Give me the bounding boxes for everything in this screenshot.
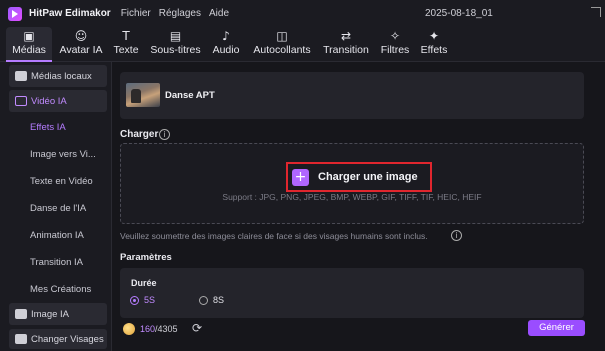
sidebar-item-ai-effects[interactable]: Effets IA [9,116,107,138]
sidebar-item-label: Transition IA [30,256,83,268]
tab-text[interactable]: T Texte [111,27,141,62]
info-icon[interactable]: i [159,129,170,140]
avatar-icon: ☺ [74,29,88,43]
sidebar: Médias locaux Vidéo IA Effets IA Image v… [0,62,112,351]
sticker-icon: ◫ [276,29,288,43]
refresh-icon[interactable]: ⟳ [192,321,202,335]
upload-image-button[interactable]: + Charger une image [290,165,428,189]
app-logo-icon [8,6,22,21]
sidebar-item-face-swap[interactable]: Changer Visages [9,329,107,349]
parameters-label: Paramètres [120,252,172,263]
app-name: HitPaw Edimakor [29,8,111,19]
tab-subtitles-label: Sous-titres [150,44,201,56]
duration-label: Durée [131,278,157,288]
music-note-icon: ♪ [222,29,230,43]
tab-audio-label: Audio [212,44,240,56]
upload-image-label: Charger une image [318,171,418,183]
duration-option-label: 8S [213,295,225,305]
sidebar-item-label: Effets IA [30,121,66,133]
tab-transition-label: Transition [323,44,369,56]
main-toolbar: ▣ Médias ☺ Avatar IA T Texte ▤ Sous-titr… [0,27,605,62]
face-notice-text: Veuillez soumettre des images claires de… [120,231,428,241]
tab-stickers-label: Autocollants [253,44,311,56]
menu-settings[interactable]: Réglages [159,8,201,19]
duration-option-8s[interactable]: 8S [199,295,224,305]
tab-transition[interactable]: ⇄ Transition [321,27,371,62]
sidebar-item-ai-animation[interactable]: Animation IA [9,224,107,246]
tab-media[interactable]: ▣ Médias [6,27,52,62]
tab-media-label: Médias [12,44,46,56]
tab-effects-label: Effets [420,44,448,56]
tab-subtitles[interactable]: ▤ Sous-titres [149,27,202,62]
menu-help[interactable]: Aide [209,8,229,19]
sidebar-item-label: Animation IA [30,229,84,241]
generate-button[interactable]: Générer [528,320,585,336]
sidebar-item-ai-image[interactable]: Image IA [9,303,107,325]
face-swap-icon [15,334,27,344]
tab-filters-label: Filtres [380,44,410,56]
sidebar-item-ai-video[interactable]: Vidéo IA [9,90,107,112]
duration-option-5s[interactable]: 5S [130,295,155,305]
radio-unselected-icon [199,295,208,305]
duration-option-label: 5S [144,295,156,305]
sidebar-item-label: Mes Créations [30,283,92,295]
project-title: 2025-08-18_01 [425,8,493,19]
credits-counter: 160/4305 [140,324,178,334]
window-control-icon[interactable] [591,7,601,17]
sidebar-item-label: Changer Visages [31,333,104,345]
radio-selected-icon [130,295,139,305]
effect-thumbnail [126,83,160,107]
tab-filters[interactable]: ✧ Filtres [379,27,411,62]
text-icon: T [122,29,130,43]
sidebar-item-label: Image IA [31,308,70,320]
credits-total: /4305 [155,324,178,334]
ai-video-icon [15,96,27,106]
sidebar-item-label: Image vers Vi... [30,148,96,160]
sidebar-item-label: Médias locaux [31,70,92,82]
subtitles-icon: ▤ [169,29,182,43]
filter-icon: ✧ [389,29,401,43]
tab-stickers[interactable]: ◫ Autocollants [251,27,313,62]
tab-avatar-ia[interactable]: ☺ Avatar IA [58,27,104,62]
tab-avatar-ia-label: Avatar IA [59,44,103,56]
folder-icon [15,71,27,81]
sidebar-item-text-to-video[interactable]: Texte en Vidéo [9,170,107,192]
info-icon[interactable]: i [451,230,462,241]
credits-used: 160 [140,324,156,334]
sidebar-item-label: Texte en Vidéo [30,175,93,187]
tab-effects[interactable]: ✦ Effets [419,27,449,62]
sidebar-item-label: Vidéo IA [31,95,67,107]
coin-icon [123,323,135,335]
effect-title: Danse APT [165,90,215,101]
sidebar-item-my-creations[interactable]: Mes Créations [9,278,107,300]
transition-icon: ⇄ [340,29,352,43]
sidebar-item-ai-transition[interactable]: Transition IA [9,251,107,273]
sidebar-item-label: Danse de l'IA [30,202,87,214]
supported-formats-text: Support : JPG, PNG, JPEG, BMP, WEBP, GIF… [222,192,482,202]
media-icon: ▣ [23,29,35,43]
plus-icon: + [292,168,309,186]
effects-icon: ✦ [428,29,440,43]
tab-audio[interactable]: ♪ Audio [210,27,242,62]
image-icon [15,309,27,319]
tab-text-label: Texte [113,44,139,56]
sidebar-item-local-media[interactable]: Médias locaux [9,65,107,87]
upload-section-label: Charger [120,129,159,140]
title-bar: HitPaw Edimakor Fichier Réglages Aide 20… [0,0,605,27]
sidebar-item-ai-dance[interactable]: Danse de l'IA [9,197,107,219]
sidebar-item-image-to-video[interactable]: Image vers Vi... [9,143,107,165]
parameters-card [120,268,584,318]
menu-file[interactable]: Fichier [121,8,151,19]
